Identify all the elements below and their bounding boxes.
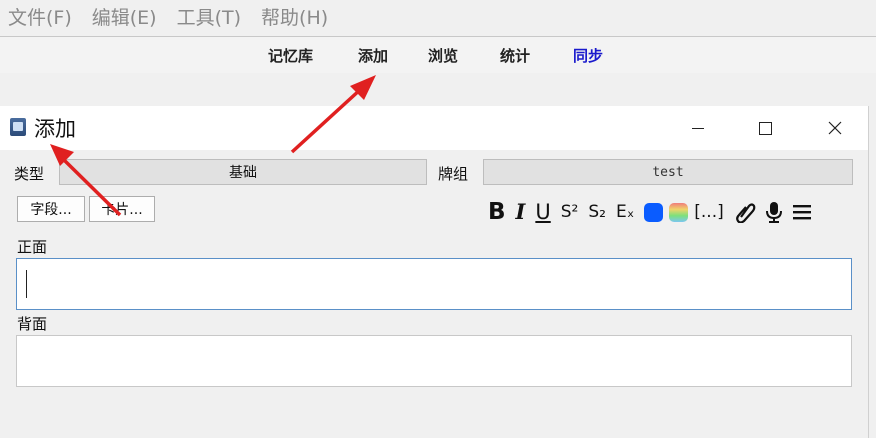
toolbar-sync[interactable]: 同步 bbox=[573, 45, 603, 66]
dialog-titlebar: 添加 bbox=[0, 106, 868, 150]
menu-bar: 文件(F) 编辑(E) 工具(T) 帮助(H) bbox=[0, 0, 876, 36]
format-toolbar: B I U S² S₂ Eₓ [...] bbox=[488, 200, 812, 224]
main-body bbox=[0, 73, 876, 107]
toolbar-browse[interactable]: 浏览 bbox=[428, 45, 458, 66]
front-field[interactable] bbox=[16, 258, 852, 310]
cloze-button[interactable]: [...] bbox=[694, 200, 723, 224]
superscript-button[interactable]: S² bbox=[561, 200, 579, 224]
subscript-button[interactable]: S₂ bbox=[588, 200, 606, 224]
menu-help[interactable]: 帮助(H) bbox=[253, 0, 340, 36]
italic-button[interactable]: I bbox=[516, 200, 526, 224]
toolbar-stats[interactable]: 统计 bbox=[500, 45, 530, 66]
deck-label: 牌组 bbox=[438, 165, 469, 183]
clear-format-button[interactable]: Eₓ bbox=[616, 200, 634, 224]
deck-selector[interactable]: test bbox=[483, 159, 853, 185]
highlight-color-icon[interactable] bbox=[669, 202, 689, 222]
dialog-title: 添加 bbox=[34, 117, 76, 141]
toolbar-decks[interactable]: 记忆库 bbox=[268, 45, 313, 66]
underline-button[interactable]: U bbox=[535, 200, 550, 224]
app-icon bbox=[10, 118, 26, 136]
toolbar-add[interactable]: 添加 bbox=[358, 45, 388, 66]
close-button[interactable] bbox=[812, 106, 858, 150]
cards-button[interactable]: 卡片... bbox=[89, 196, 155, 222]
type-label: 类型 bbox=[14, 165, 45, 183]
note-type-selector[interactable]: 基础 bbox=[59, 159, 427, 185]
maximize-icon bbox=[758, 121, 772, 135]
back-label: 背面 bbox=[17, 315, 48, 333]
menu-tools[interactable]: 工具(T) bbox=[169, 0, 253, 36]
fields-button[interactable]: 字段... bbox=[17, 196, 85, 222]
text-color-icon[interactable] bbox=[644, 202, 664, 222]
main-toolbar: 记忆库 添加 浏览 统计 同步 bbox=[0, 36, 876, 74]
maximize-button[interactable] bbox=[742, 106, 788, 150]
record-audio-icon[interactable] bbox=[764, 201, 784, 223]
front-label: 正面 bbox=[17, 238, 48, 256]
bold-button[interactable]: B bbox=[488, 200, 506, 224]
minimize-icon bbox=[692, 127, 704, 129]
back-field[interactable] bbox=[16, 335, 852, 387]
more-menu-icon[interactable] bbox=[792, 202, 812, 222]
text-caret bbox=[26, 270, 27, 298]
add-dialog: 添加 类型 基础 牌组 test 字段... 卡片... B I U S² S₂… bbox=[0, 106, 869, 438]
close-icon bbox=[828, 121, 842, 135]
minimize-button[interactable] bbox=[675, 106, 721, 150]
menu-edit[interactable]: 编辑(E) bbox=[84, 0, 169, 36]
attach-icon[interactable] bbox=[734, 201, 756, 223]
menu-file[interactable]: 文件(F) bbox=[0, 0, 84, 36]
